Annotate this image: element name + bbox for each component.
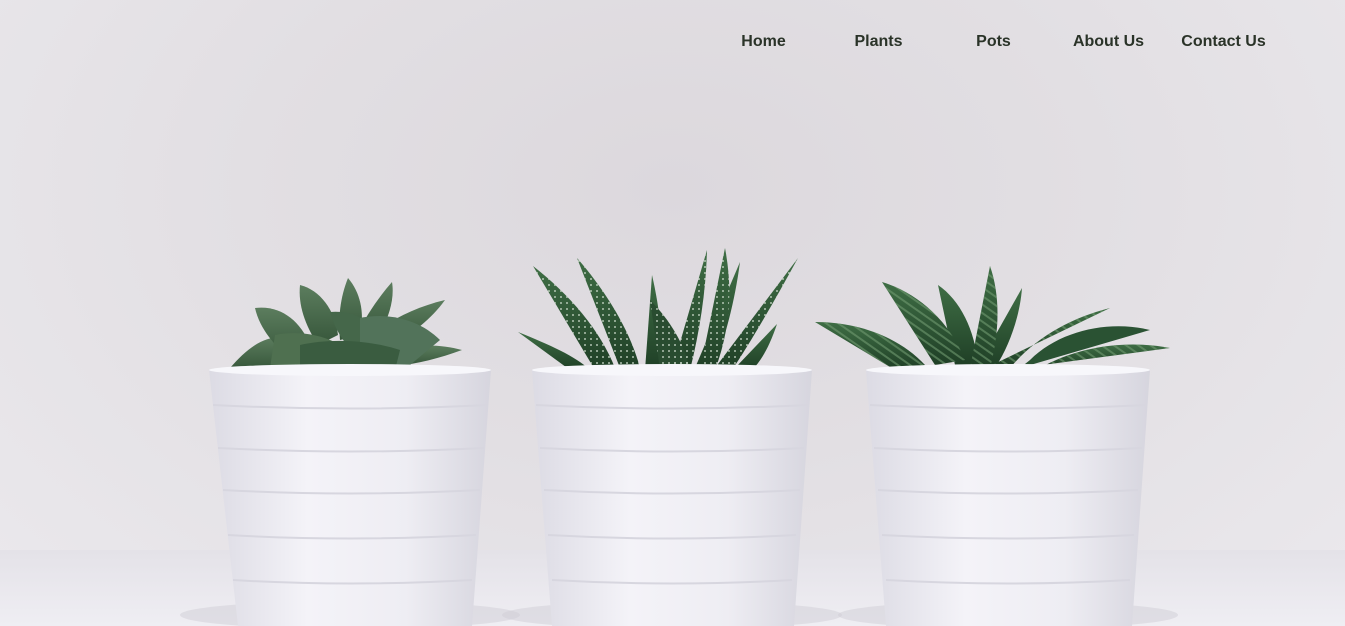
hero-image: Home Plants Pots About Us Contact Us <box>0 0 1345 626</box>
main-navigation: Home Plants Pots About Us Contact Us <box>706 30 1306 56</box>
pot <box>532 364 812 626</box>
zebra-haworthia-plant <box>815 266 1170 370</box>
pot <box>209 364 491 626</box>
nav-link-contact-us[interactable]: Contact Us <box>1166 30 1281 56</box>
pot <box>866 364 1150 626</box>
potted-plants-illustration <box>180 248 1178 626</box>
haworthia-plant <box>518 248 798 370</box>
nav-link-about-us[interactable]: About Us <box>1051 30 1166 56</box>
succulent-plant <box>230 278 462 370</box>
nav-link-home[interactable]: Home <box>706 30 821 56</box>
nav-link-pots[interactable]: Pots <box>936 30 1051 56</box>
nav-link-plants[interactable]: Plants <box>821 30 936 56</box>
